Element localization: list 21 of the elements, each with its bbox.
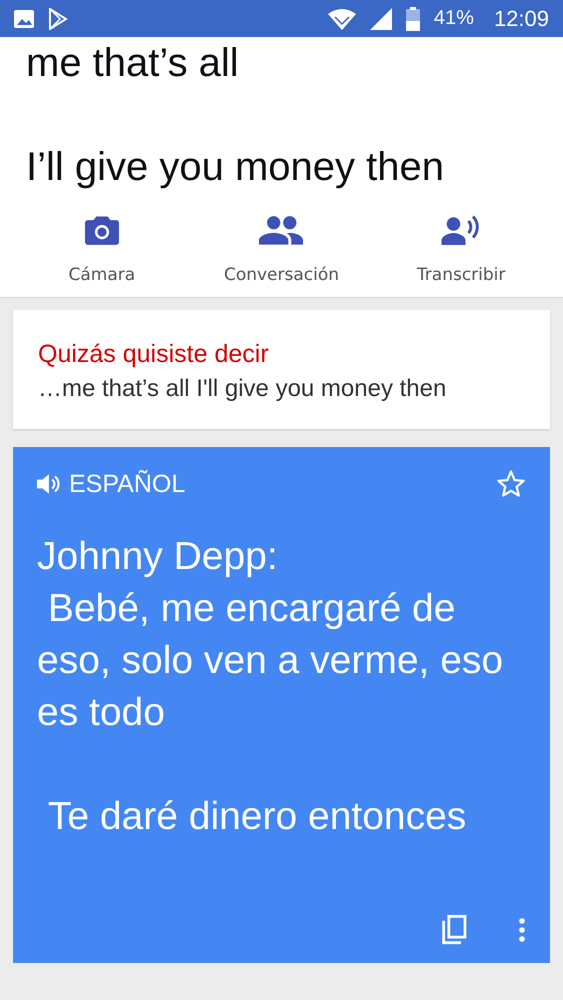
people-icon (259, 215, 304, 245)
action-button[interactable]: Conversación (192, 211, 372, 289)
camera-icon (84, 215, 119, 245)
speaking-person-icon (441, 215, 482, 245)
suggestion-heading: Quizás quisiste decir (38, 340, 270, 369)
copy-icon[interactable] (440, 915, 468, 945)
more-icon[interactable] (518, 917, 526, 943)
star-icon[interactable] (496, 469, 526, 499)
action-button[interactable]: Cámara (12, 211, 192, 289)
action-button[interactable]: Transcribir (371, 211, 551, 289)
play-store-icon (48, 8, 68, 30)
clock: 12:09 (494, 6, 549, 32)
translation-text: Johnny Depp: Bebé, me encargaré de eso, solo ven a verme, eso es todo Te daré dinero entonces (37, 534, 504, 840)
image-icon (14, 10, 34, 28)
battery-icon (406, 6, 420, 30)
wifi-icon (328, 8, 356, 30)
battery-percent: 41% (434, 7, 474, 30)
suggestion-link[interactable]: …me that’s all I'll give you money then (38, 375, 525, 403)
source-text: me that’s all I’ll give you money then (25, 40, 446, 191)
language-label: ESPAÑOL (69, 470, 186, 498)
signal-icon (370, 8, 392, 30)
